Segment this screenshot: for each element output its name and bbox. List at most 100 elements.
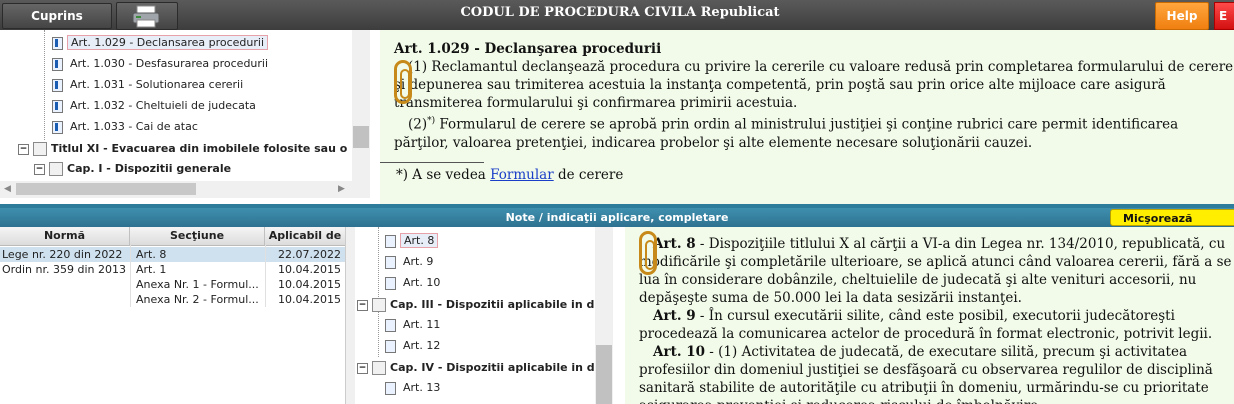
- tree-item-label: Art. 1.030 - Desfasurarea procedurii: [70, 57, 269, 70]
- article-icon: [52, 120, 63, 134]
- footnote-divider: [380, 162, 484, 163]
- collapse-icon[interactable]: −: [34, 163, 45, 175]
- table-of-contents-tree: Art. 1.029 - Declansarea procedurii Art.…: [0, 30, 352, 198]
- tree-item-label: Art. 9: [403, 255, 434, 268]
- note-art-8: Art. 8 - Dispoziţiile titlului X al cărţ…: [639, 235, 1234, 307]
- article-icon: [385, 234, 396, 248]
- scroll-thumb[interactable]: [16, 183, 196, 195]
- note-heading: Art. 9: [653, 308, 696, 324]
- cell-norma: [2, 292, 128, 307]
- tree-node-cap-iv[interactable]: − Cap. IV - Dispozitii aplicabile in d: [357, 359, 595, 377]
- tree-item-label: Art. 1.032 - Cheltuieli de judecata: [70, 99, 256, 112]
- notes-text-pane: Art. 8 - Dispoziţiile titlului X al cărţ…: [625, 227, 1234, 404]
- tree-item-label: Art. 1.031 - Solutionarea cererii: [70, 78, 244, 91]
- collapse-icon[interactable]: −: [18, 143, 29, 155]
- tree-node-label: Cap. I - Dispozitii generale: [67, 162, 232, 175]
- tree-item-label: Art. 11: [403, 318, 441, 331]
- table-header: Normă Secţiune Aplicabil de la: [0, 227, 345, 260]
- tree-item-art-13[interactable]: Art. 13: [385, 379, 443, 397]
- scroll-left-icon[interactable]: ◀: [4, 184, 11, 194]
- table-row[interactable]: Ordin nr. 359 din 2013 Art. 1 10.04.2015: [0, 262, 345, 277]
- tree-node-label: Cap. III - Dispozitii aplicabile in d: [390, 298, 595, 311]
- book-icon: [33, 142, 47, 156]
- article-icon: [52, 99, 63, 113]
- tree-item-label: Art. 1.033 - Cai de atac: [70, 120, 198, 133]
- tree-item-art-10[interactable]: Art. 10: [385, 274, 443, 292]
- column-header-sectiune[interactable]: Secţiune: [130, 227, 265, 245]
- tree-item-art-1033[interactable]: Art. 1.033 - Cai de atac: [52, 118, 201, 136]
- paragraph-number: (2): [408, 116, 428, 133]
- paragraph-text: Formularul de cerere se aprobă prin ordi…: [394, 116, 1179, 151]
- collapse-icon[interactable]: −: [357, 299, 368, 311]
- note-art-10: Art. 10 - (1) Activitatea de judecată, d…: [639, 343, 1234, 404]
- cell-sectiune: Anexa Nr. 2 - Formul...: [136, 293, 259, 306]
- tree-item-art-9[interactable]: Art. 9: [385, 253, 436, 271]
- notes-bar: Note / indicaţii aplicare, completare: [0, 208, 1234, 227]
- tree-item-art-8[interactable]: Art. 8: [385, 232, 439, 250]
- tree-item-art-1032[interactable]: Art. 1.032 - Cheltuieli de judecata: [52, 97, 259, 115]
- tree-node-cap-i[interactable]: − Cap. I - Dispozitii generale: [34, 160, 231, 178]
- paperclip-icon: [639, 231, 657, 275]
- note-art-9: Art. 9 - În cursul executării silite, câ…: [639, 307, 1234, 343]
- article-icon: [385, 255, 396, 269]
- column-header-norma[interactable]: Normă: [0, 227, 130, 245]
- shrink-window-button[interactable]: Micşorează fereastra: [1110, 209, 1234, 242]
- cell-aplicabil: 10.04.2015: [278, 278, 341, 291]
- tree-item-art-12[interactable]: Art. 12: [385, 337, 443, 355]
- article-text-pane: Art. 1.029 - Declanşarea procedurii (1) …: [380, 30, 1234, 204]
- article-icon: [385, 318, 396, 332]
- article-paragraph-2: (2)*) Formularul de cerere se aprobă pri…: [394, 112, 1234, 152]
- tree-item-art-1030[interactable]: Art. 1.030 - Desfasurarea procedurii: [52, 55, 271, 73]
- article-icon: [52, 57, 63, 71]
- cuprins-restrans-button[interactable]: Cuprins restrâns: [2, 3, 112, 47]
- paperclip-icon: [394, 60, 412, 104]
- exit-button[interactable]: E: [1214, 2, 1234, 30]
- table-row[interactable]: Anexa Nr. 1 - Formul... 10.04.2015: [0, 277, 345, 292]
- table-row[interactable]: Lege nr. 220 din 2022 Art. 8 22.07.2022: [0, 247, 345, 262]
- book-icon: [49, 162, 63, 176]
- cell-aplicabil: 10.04.2015: [278, 263, 341, 276]
- cell-norma: [2, 277, 128, 292]
- cell-sectiune: Anexa Nr. 1 - Formul...: [136, 278, 259, 291]
- book-icon: [372, 361, 386, 375]
- column-header-aplicabil[interactable]: Aplicabil de la: [265, 227, 345, 260]
- tree-node-titlul-xi[interactable]: − Titlul XI - Evacuarea din imobilele fol…: [18, 140, 347, 158]
- tree-guide-line: [378, 227, 379, 357]
- print-button[interactable]: [116, 2, 178, 30]
- pane-divider[interactable]: [370, 30, 380, 204]
- tree-item-art-11[interactable]: Art. 11: [385, 316, 443, 334]
- tree-item-label: Art. 12: [403, 339, 441, 352]
- tree-item-art-1031[interactable]: Art. 1.031 - Solutionarea cererii: [52, 76, 246, 94]
- notes-table: Normă Secţiune Aplicabil de la Lege nr. …: [0, 227, 345, 404]
- cell-aplicabil: 22.07.2022: [278, 248, 341, 261]
- cell-sectiune: Art. 1: [136, 263, 167, 276]
- scroll-thumb[interactable]: [596, 345, 612, 404]
- pane-divider[interactable]: [613, 227, 625, 404]
- tree-node-label: Titlul XI - Evacuarea din imobilele folo…: [51, 142, 348, 155]
- app-title: CODUL DE PROCEDURA CIVILA Republicat: [460, 5, 780, 20]
- scroll-right-icon[interactable]: ▶: [338, 184, 345, 194]
- toc-vertical-scrollbar[interactable]: [352, 30, 370, 198]
- article-icon: [385, 339, 396, 353]
- help-button[interactable]: Help: [1155, 2, 1209, 30]
- tree-node-cap-iii[interactable]: − Cap. III - Dispozitii aplicabile in d: [357, 296, 594, 314]
- tree-item-art-1029[interactable]: Art. 1.029 - Declansarea procedurii: [52, 34, 269, 52]
- table-row[interactable]: Anexa Nr. 2 - Formul... 10.04.2015: [0, 292, 345, 307]
- scroll-thumb[interactable]: [353, 126, 369, 148]
- article-icon: [52, 36, 63, 50]
- footnote: *) A se vedea Formular de cerere: [396, 166, 1234, 184]
- notes-tree-scrollbar[interactable]: [595, 227, 613, 404]
- article-paragraph-1: (1) Reclamantul declanşează procedura cu…: [394, 59, 1234, 111]
- cell-norma: Lege nr. 220 din 2022: [2, 248, 123, 261]
- collapse-icon[interactable]: −: [357, 362, 368, 374]
- article-icon: [385, 381, 396, 395]
- tree-item-label: Art. 10: [403, 276, 441, 289]
- toc-horizontal-scrollbar[interactable]: ◀ ▶: [0, 181, 352, 198]
- footnote-suffix: de cerere: [553, 167, 624, 183]
- formular-link[interactable]: Formular: [490, 167, 554, 183]
- column-divider: [265, 245, 266, 307]
- article-heading: Art. 1.029 - Declanşarea procedurii: [394, 41, 662, 57]
- printer-icon: [132, 5, 160, 28]
- cell-sectiune: Art. 8: [136, 248, 167, 261]
- article-icon: [385, 276, 396, 290]
